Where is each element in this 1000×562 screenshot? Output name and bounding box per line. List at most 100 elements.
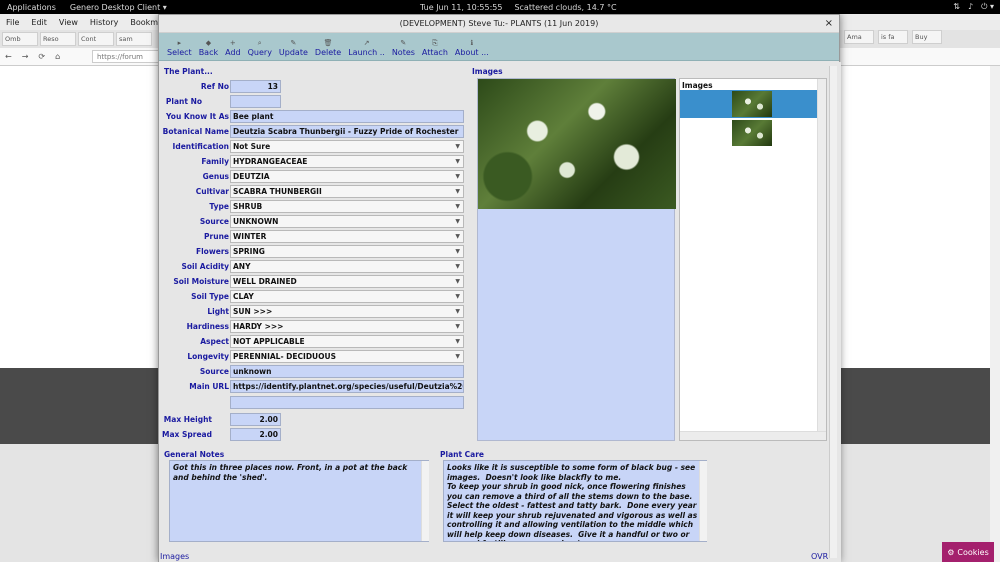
soil-acidity-label: Soil Acidity: [181, 262, 229, 271]
back-button[interactable]: ◆ Back: [199, 38, 218, 57]
image-list-item[interactable]: [680, 90, 818, 118]
weather[interactable]: Scattered clouds, 14.7 °C: [514, 3, 616, 12]
browser-tab[interactable]: Reso: [40, 32, 76, 46]
botanical-field[interactable]: Deutzia Scabra Thunbergii - Fuzzy Pride …: [230, 125, 464, 138]
network-icon[interactable]: ⇅: [953, 2, 960, 12]
plant-no-field[interactable]: [230, 95, 281, 108]
browser-tab[interactable]: Omb: [2, 32, 38, 46]
launch-icon: ↗: [363, 39, 370, 47]
forward-icon[interactable]: →: [17, 52, 34, 61]
light-value: SUN >>>: [233, 307, 273, 316]
source-select[interactable]: UNKNOWN ▼: [230, 215, 464, 228]
menu-view[interactable]: View: [53, 18, 84, 27]
volume-icon[interactable]: ♪: [968, 2, 973, 12]
aspect-select[interactable]: NOT APPLICABLE ▼: [230, 335, 464, 348]
general-notes-title: General Notes: [164, 450, 225, 459]
genus-select[interactable]: DEUTZIA ▼: [230, 170, 464, 183]
home-icon[interactable]: ⌂: [50, 52, 65, 61]
attach-button[interactable]: ⎘ Attach: [422, 38, 448, 57]
type-select[interactable]: SHRUB ▼: [230, 200, 464, 213]
browser-tab[interactable]: Cont: [78, 32, 114, 46]
hardiness-select[interactable]: HARDY >>> ▼: [230, 320, 464, 333]
back-label: Back: [198, 48, 219, 57]
max-height-field[interactable]: 2.00: [230, 413, 281, 426]
menu-file[interactable]: File: [0, 18, 25, 27]
app-menu[interactable]: Genero Desktop Client ▾: [63, 3, 174, 12]
menu-edit[interactable]: Edit: [25, 18, 53, 27]
soil-acidity-value: ANY: [233, 262, 251, 271]
reload-icon[interactable]: ⟳: [33, 52, 50, 61]
cookies-button[interactable]: ⚙ Cookies: [942, 542, 994, 562]
back-icon: ◆: [205, 39, 212, 47]
power-icon[interactable]: ⏻ ▾: [981, 2, 994, 12]
attach-label: Attach: [421, 48, 448, 57]
select-button[interactable]: ▸ Select: [167, 38, 192, 57]
prune-label: Prune: [204, 232, 229, 241]
applications-menu[interactable]: Applications: [0, 3, 63, 12]
aspect-value: NOT APPLICABLE: [233, 337, 305, 346]
identification-select[interactable]: Not Sure ▼: [230, 140, 464, 153]
type-label: Type: [209, 202, 229, 211]
extra-url-field[interactable]: [230, 396, 464, 409]
browser-tab[interactable]: Buy: [912, 30, 942, 44]
main-url-field[interactable]: https://identify.plantnet.org/species/us…: [230, 380, 464, 393]
flowers-select[interactable]: SPRING ▼: [230, 245, 464, 258]
plant-care-scrollbar[interactable]: [699, 461, 707, 541]
chevron-down-icon: ▼: [455, 233, 460, 240]
soil-type-select[interactable]: CLAY ▼: [230, 290, 464, 303]
you-know-label: You Know It As: [166, 112, 229, 121]
genus-value: DEUTZIA: [233, 172, 270, 181]
browser-tab[interactable]: Ama: [844, 30, 874, 44]
chevron-down-icon: ▼: [455, 158, 460, 165]
longevity-value: PERENNIAL- DECIDUOUS: [233, 352, 336, 361]
flowers-value: SPRING: [233, 247, 265, 256]
plant-care-text[interactable]: Looks like it is susceptible to some for…: [443, 460, 707, 542]
prune-select[interactable]: WINTER ▼: [230, 230, 464, 243]
soil-acidity-select[interactable]: ANY ▼: [230, 260, 464, 273]
close-icon[interactable]: ×: [825, 15, 833, 33]
general-notes-scrollbar[interactable]: [421, 461, 429, 541]
cultivar-select[interactable]: SCABRA THUNBERGII ▼: [230, 185, 464, 198]
longevity-select[interactable]: PERENNIAL- DECIDUOUS ▼: [230, 350, 464, 363]
soil-moisture-select[interactable]: WELL DRAINED ▼: [230, 275, 464, 288]
hardiness-label: Hardiness: [186, 322, 229, 331]
notes-icon: ✎: [400, 39, 407, 47]
image-viewer: [477, 78, 676, 441]
list-horizontal-scrollbar[interactable]: [680, 431, 826, 440]
soil-type-label: Soil Type: [191, 292, 229, 301]
notes-label: Notes: [391, 48, 415, 57]
identification-label: Identification: [172, 142, 229, 151]
search-icon: ⌕: [257, 39, 262, 47]
back-icon[interactable]: ←: [0, 52, 17, 61]
browser-tab[interactable]: is fa: [878, 30, 908, 44]
ref-no-field[interactable]: 13: [230, 80, 281, 93]
family-select[interactable]: HYDRANGEACEAE ▼: [230, 155, 464, 168]
you-know-field[interactable]: Bee plant: [230, 110, 464, 123]
general-notes-text[interactable]: Got this in three places now. Front, in …: [169, 460, 429, 542]
plant-section-title: The Plant...: [164, 67, 213, 76]
clock[interactable]: Tue Jun 11, 10:55:55: [420, 3, 502, 12]
cultivar-value: SCABRA THUNBERGII: [233, 187, 322, 196]
source2-field[interactable]: unknown: [230, 365, 464, 378]
chevron-down-icon: ▼: [455, 353, 460, 360]
about-button[interactable]: ℹ About ...: [455, 38, 489, 57]
delete-button[interactable]: 🗑 Delete: [315, 38, 341, 57]
light-select[interactable]: SUN >>> ▼: [230, 305, 464, 318]
max-spread-field[interactable]: 2.00: [230, 428, 281, 441]
notes-button[interactable]: ✎ Notes: [392, 38, 415, 57]
query-button[interactable]: ⌕ Query: [248, 38, 272, 57]
list-vertical-scrollbar[interactable]: [817, 79, 826, 431]
update-button[interactable]: ✎ Update: [279, 38, 308, 57]
page-scrollbar[interactable]: [990, 66, 1000, 562]
menu-history[interactable]: History: [84, 18, 124, 27]
delete-label: Delete: [314, 48, 342, 57]
identification-value: Not Sure: [233, 142, 271, 151]
url-bar[interactable]: https://forum: [92, 50, 162, 63]
add-button[interactable]: + Add: [225, 38, 241, 57]
image-list-item[interactable]: [680, 119, 818, 147]
launch-button[interactable]: ↗ Launch ..: [348, 38, 385, 57]
plant-photo[interactable]: [478, 79, 676, 209]
soil-type-value: CLAY: [233, 292, 254, 301]
browser-tab[interactable]: sam: [116, 32, 152, 46]
window-scrollbar[interactable]: [829, 66, 837, 558]
